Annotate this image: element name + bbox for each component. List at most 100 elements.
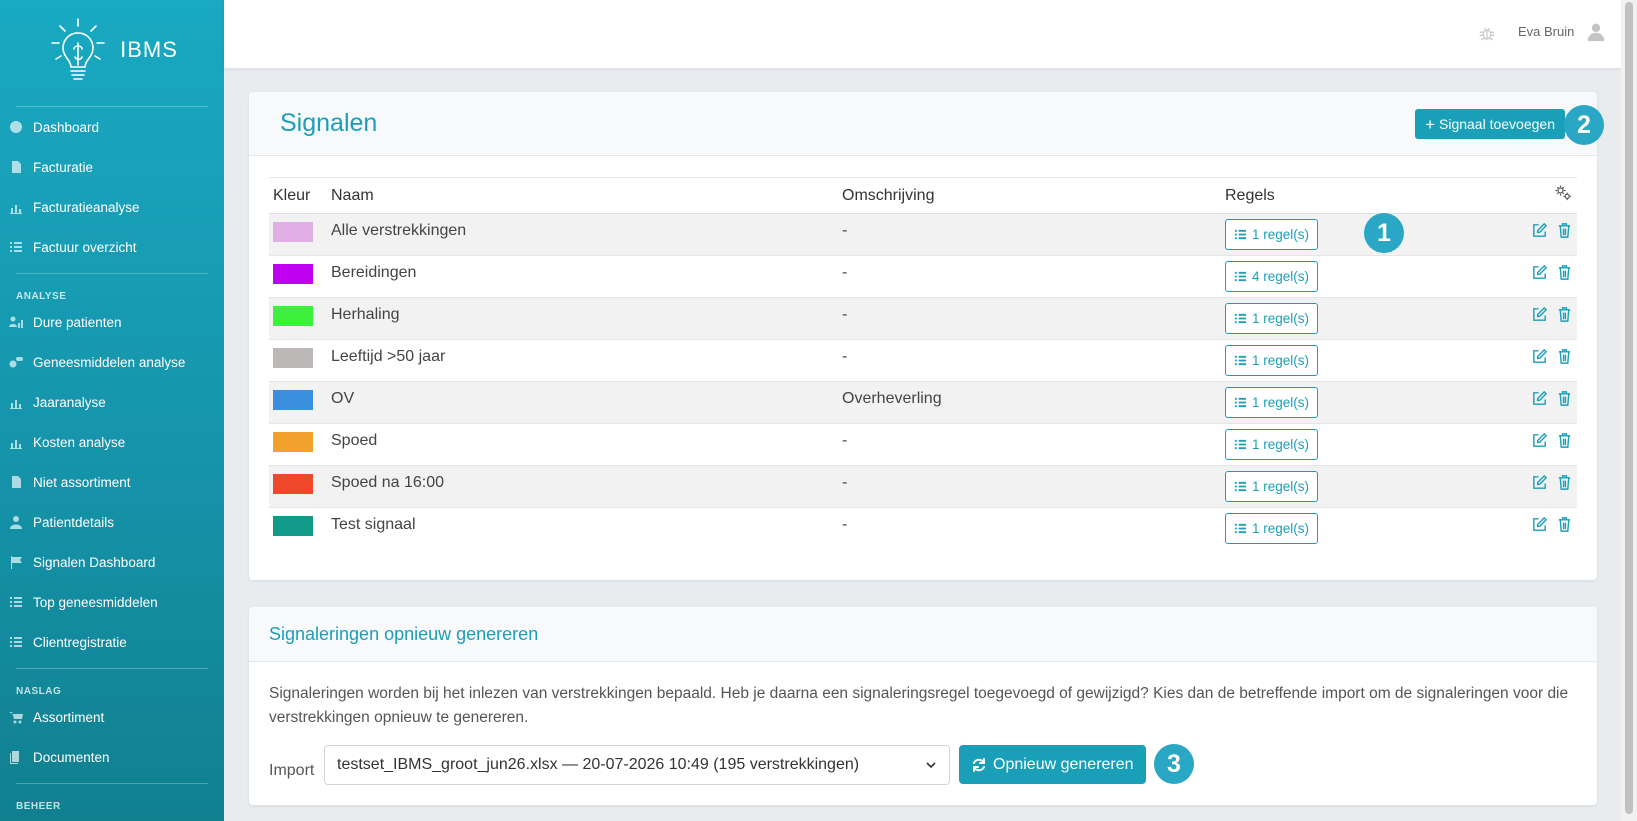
pills-icon: [9, 355, 23, 369]
actions-cell: [1497, 297, 1577, 340]
sidebar-item-signalen-dashboard[interactable]: Signalen Dashboard: [0, 542, 224, 582]
gears-icon[interactable]: [1553, 183, 1573, 203]
sidebar-item-dure-patienten[interactable]: Dure patienten: [0, 302, 224, 342]
sidebar-item-niet-assortiment[interactable]: Niet assortiment: [0, 462, 224, 502]
users-chart-icon: [9, 315, 23, 329]
edit-icon[interactable]: [1531, 390, 1548, 407]
sidebar-heading-analyse: ANALYSE: [16, 291, 67, 302]
list-icon: [1234, 439, 1247, 450]
chevron-down-icon: [926, 762, 936, 769]
import-select[interactable]: testset_IBMS_groot_jun26.xlsx — 20-07-20…: [324, 745, 950, 785]
name-cell: Herhaling: [327, 297, 838, 340]
trash-icon[interactable]: [1556, 264, 1573, 281]
rules-count: 1 regel(s): [1252, 479, 1310, 494]
sidebar-item-label: Signalen Dashboard: [33, 554, 156, 570]
regenerate-button[interactable]: Opnieuw genereren: [959, 745, 1146, 784]
name-cell: OV: [327, 381, 838, 424]
chart-icon: [9, 200, 23, 214]
rules-button[interactable]: 1 regel(s): [1225, 513, 1319, 544]
color-swatch: [273, 390, 313, 410]
sidebar-item-assortiment[interactable]: Assortiment: [0, 697, 224, 737]
edit-icon[interactable]: [1531, 348, 1548, 365]
actions-cell: [1497, 507, 1577, 550]
color-cell: [269, 507, 327, 550]
scrollbar-thumb[interactable]: [1625, 2, 1633, 814]
rules-count: 1 regel(s): [1252, 437, 1310, 452]
sidebar-item-kosten-analyse[interactable]: Kosten analyse: [0, 422, 224, 462]
sidebar-item-clientregistratie[interactable]: Clientregistratie: [0, 622, 224, 662]
flag-icon: [9, 555, 23, 569]
color-swatch: [273, 474, 313, 494]
name-cell: Leeftijd >50 jaar: [327, 339, 838, 382]
rules-button[interactable]: 1 regel(s): [1225, 471, 1319, 502]
bug-icon[interactable]: [1478, 24, 1496, 42]
column-header-settings[interactable]: [1497, 177, 1577, 214]
edit-icon[interactable]: [1531, 516, 1548, 533]
file-icon: [9, 160, 23, 174]
color-cell: [269, 213, 327, 256]
list-icon: [1234, 313, 1247, 324]
sidebar-item-top-geneesmiddelen[interactable]: Top geneesmiddelen: [0, 582, 224, 622]
sidebar-item-facturatieanalyse[interactable]: Facturatieanalyse: [0, 187, 224, 227]
rules-button[interactable]: 1 regel(s): [1225, 345, 1319, 376]
rules-cell: 1 regel(s): [1221, 339, 1497, 382]
refresh-icon: [973, 757, 985, 772]
sidebar-item-label: Niet assortiment: [33, 474, 131, 490]
sidebar-item-label: Assortiment: [33, 709, 105, 725]
table-row: Herhaling - 1 regel(s): [269, 297, 1577, 340]
add-signal-button[interactable]: + Signaal toevoegen: [1415, 109, 1565, 139]
rules-button[interactable]: 1 regel(s): [1225, 429, 1319, 460]
edit-icon[interactable]: [1531, 432, 1548, 449]
trash-icon[interactable]: [1556, 516, 1573, 533]
trash-icon[interactable]: [1556, 390, 1573, 407]
edit-icon[interactable]: [1531, 264, 1548, 281]
sidebar-group-main: Dashboard Facturatie Facturatieanalyse Fact…: [0, 107, 224, 267]
column-header-name[interactable]: Naam: [327, 177, 838, 214]
sidebar-item-geneesmiddelen-analyse[interactable]: Geneesmiddelen analyse: [0, 342, 224, 382]
rules-button[interactable]: 4 regel(s): [1225, 261, 1319, 292]
sidebar-item-patientdetails[interactable]: Patientdetails: [0, 502, 224, 542]
description-cell: -: [838, 339, 1221, 382]
edit-icon[interactable]: [1531, 306, 1548, 323]
table-row: Bereidingen - 4 regel(s): [269, 255, 1577, 298]
rules-count: 1 regel(s): [1252, 395, 1310, 410]
trash-icon[interactable]: [1556, 432, 1573, 449]
lightbulb-logo-icon: [51, 18, 105, 80]
column-header-color[interactable]: Kleur: [269, 177, 327, 214]
regenerate-label: Opnieuw genereren: [993, 755, 1134, 773]
sidebar-item-jaaranalyse[interactable]: Jaaranalyse: [0, 382, 224, 422]
page-scrollbar[interactable]: [1621, 0, 1637, 821]
edit-icon[interactable]: [1531, 222, 1548, 239]
trash-icon[interactable]: [1556, 222, 1573, 239]
sidebar-divider: [16, 273, 208, 274]
brand[interactable]: IBMS: [0, 0, 224, 100]
table-row: Leeftijd >50 jaar - 1 regel(s): [269, 339, 1577, 382]
color-swatch: [273, 264, 313, 284]
sidebar-item-factuur-overzicht[interactable]: Factuur overzicht: [0, 227, 224, 267]
rules-cell: 1 regel(s): [1221, 297, 1497, 340]
rules-count: 4 regel(s): [1252, 269, 1310, 284]
table-row: Spoed - 1 regel(s): [269, 423, 1577, 466]
column-header-rules[interactable]: Regels: [1221, 177, 1497, 214]
actions-cell: [1497, 213, 1577, 256]
trash-icon[interactable]: [1556, 348, 1573, 365]
color-cell: [269, 381, 327, 424]
import-label: Import: [269, 762, 315, 779]
column-header-description[interactable]: Omschrijving: [838, 177, 1221, 214]
sidebar-item-label: Documenten: [33, 749, 110, 765]
rules-button[interactable]: 1 regel(s): [1225, 387, 1319, 418]
sidebar-item-facturatie[interactable]: Facturatie: [0, 147, 224, 187]
color-swatch: [273, 516, 313, 536]
edit-icon[interactable]: [1531, 474, 1548, 491]
add-signal-label: Signaal toevoegen: [1439, 116, 1555, 132]
description-cell: -: [838, 213, 1221, 256]
sidebar-item-documenten[interactable]: Documenten: [0, 737, 224, 777]
user-icon[interactable]: [1586, 22, 1606, 42]
sidebar-item-dashboard[interactable]: Dashboard: [0, 107, 224, 147]
trash-icon[interactable]: [1556, 474, 1573, 491]
sidebar-item-label: Jaaranalyse: [33, 394, 106, 410]
rules-button[interactable]: 1 regel(s): [1225, 219, 1319, 250]
rules-button[interactable]: 1 regel(s): [1225, 303, 1319, 334]
trash-icon[interactable]: [1556, 306, 1573, 323]
user-name[interactable]: Eva Bruin: [1518, 24, 1574, 39]
